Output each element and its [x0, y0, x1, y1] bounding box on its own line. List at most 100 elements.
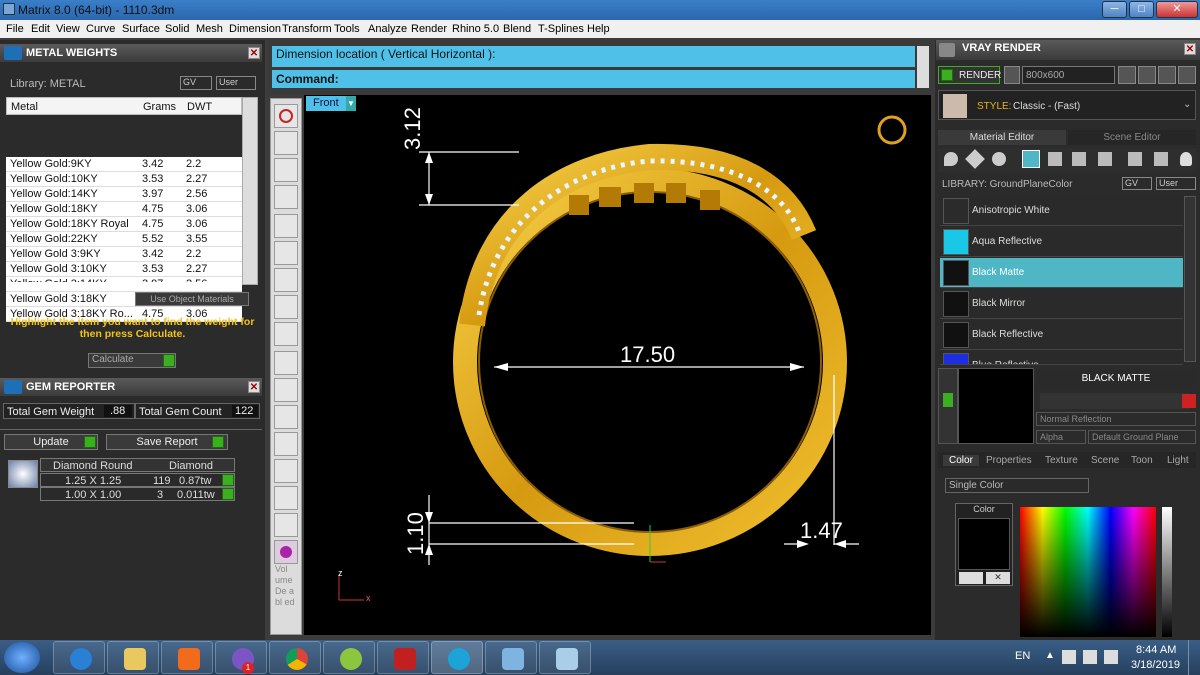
menu-mesh[interactable]: Mesh	[196, 23, 223, 35]
user-toggle[interactable]: User	[1156, 177, 1196, 190]
table-row[interactable]: Yellow Gold:18KY 4.75 3.06	[6, 202, 242, 217]
checker-icon[interactable]	[1098, 152, 1112, 166]
volume-icon[interactable]	[1104, 650, 1118, 664]
table-row[interactable]: 1.00 X 1.00 3 0.011tw	[40, 487, 235, 501]
reflection-select[interactable]: Normal Reflection	[1036, 412, 1196, 426]
menu-help[interactable]: Help	[587, 23, 610, 35]
flag-icon[interactable]	[1062, 650, 1076, 664]
gv-toggle[interactable]: GV	[180, 76, 212, 90]
table-row[interactable]: Yellow Gold:22KY 5.52 3.55	[6, 232, 242, 247]
box-perspective-icon[interactable]	[274, 322, 298, 346]
taskbar-paint[interactable]	[485, 641, 537, 674]
axes-icon[interactable]	[274, 131, 298, 155]
camera-icon[interactable]	[1004, 66, 1020, 84]
menu-view[interactable]: View	[56, 23, 80, 35]
menu-rhino[interactable]: Rhino 5.0	[452, 23, 499, 35]
tab-scene-editor[interactable]: Scene Editor	[1068, 130, 1196, 145]
taskbar-game[interactable]	[377, 641, 429, 674]
command-scrollbar[interactable]	[917, 46, 929, 88]
arrow-up-icon[interactable]	[274, 513, 298, 537]
alpha-field[interactable]: Alpha	[1036, 430, 1086, 444]
rewind-icon[interactable]	[1118, 66, 1136, 84]
options-icon[interactable]	[1138, 66, 1156, 84]
paint-icon[interactable]	[1154, 152, 1168, 166]
material-item[interactable]: Black Reflective	[940, 320, 1183, 350]
settings-icon[interactable]	[1158, 66, 1176, 84]
ring-viewport[interactable]	[304, 95, 931, 635]
tab-light[interactable]: Light	[1167, 455, 1189, 466]
language-indicator[interactable]: EN	[1015, 650, 1030, 662]
resolution-select[interactable]: 800x600	[1022, 66, 1115, 84]
minimize-button[interactable]: ─	[1102, 1, 1127, 18]
play-icon[interactable]	[222, 474, 234, 486]
taskbar-explorer[interactable]	[107, 641, 159, 674]
material-item[interactable]: Aqua Reflective	[940, 227, 1183, 257]
taskbar-viber[interactable]: 1	[215, 641, 267, 674]
clear-icon[interactable]: ✕	[986, 572, 1010, 584]
snap-off-icon[interactable]	[274, 405, 298, 429]
color-mode-select[interactable]: Single Color	[945, 478, 1089, 493]
material-item[interactable]: Black Matte	[940, 258, 1183, 288]
layers-icon[interactable]	[274, 459, 298, 483]
menu-tools[interactable]: Tools	[334, 23, 360, 35]
close-icon[interactable]: ✕	[248, 47, 260, 59]
box-front-icon[interactable]	[274, 268, 298, 292]
menu-surface[interactable]: Surface	[122, 23, 160, 35]
use-object-materials-checkbox[interactable]: Use Object Materials	[135, 292, 249, 306]
play-icon[interactable]	[222, 488, 234, 500]
box-top-icon[interactable]	[274, 241, 298, 265]
table-row[interactable]: Yellow Gold 3:9KY 3.42 2.2	[6, 247, 242, 262]
flat-material-icon[interactable]	[1022, 150, 1040, 168]
table-row[interactable]: Yellow Gold:18KY Royal 4.75 3.06	[6, 217, 242, 232]
menu-blend[interactable]: Blend	[503, 23, 531, 35]
material-item[interactable]: Black Mirror	[940, 289, 1183, 319]
menu-analyze[interactable]: Analyze	[368, 23, 407, 35]
save-report-button[interactable]: Save Report	[106, 434, 228, 450]
tab-toon[interactable]: Toon	[1131, 455, 1153, 466]
taskbar-matrix[interactable]	[431, 641, 483, 674]
brightness-slider[interactable]	[1162, 507, 1172, 637]
ground-plane-select[interactable]: Default Ground Plane	[1088, 430, 1196, 444]
record-icon[interactable]	[274, 104, 298, 128]
texture-icon[interactable]	[1048, 152, 1062, 166]
menu-curve[interactable]: Curve	[86, 23, 115, 35]
tab-texture[interactable]: Texture	[1045, 455, 1078, 466]
taskbar-chrome[interactable]	[269, 641, 321, 674]
sphere-icon[interactable]	[992, 152, 1006, 166]
grid-icon[interactable]	[1178, 66, 1196, 84]
maximize-button[interactable]: □	[1129, 1, 1154, 18]
menu-file[interactable]: File	[6, 23, 24, 35]
show-desktop-button[interactable]	[1188, 640, 1200, 675]
close-icon[interactable]: ✕	[1184, 43, 1196, 55]
menu-tsplines[interactable]: T-Splines	[538, 23, 584, 35]
table-row[interactable]: Yellow Gold:10KY 3.53 2.27	[6, 172, 242, 187]
taskbar-media[interactable]	[161, 641, 213, 674]
m-icon[interactable]	[274, 486, 298, 510]
table-row[interactable]: Yellow Gold:14KY 3.97 2.56	[6, 187, 242, 202]
table-row[interactable]: Yellow Gold:9KY 3.42 2.2	[6, 157, 242, 172]
refresh-icon[interactable]	[1182, 394, 1196, 408]
clock-date[interactable]: 3/18/2019	[1131, 659, 1180, 671]
eyedropper-icon[interactable]	[959, 572, 983, 584]
start-button[interactable]	[4, 642, 40, 673]
menu-render[interactable]: Render	[411, 23, 447, 35]
node-icon[interactable]	[274, 185, 298, 209]
play-icon[interactable]	[212, 436, 224, 448]
table-row[interactable]: 1.25 X 1.25 119 0.87tw	[40, 473, 235, 487]
play-icon[interactable]	[163, 354, 175, 367]
menu-edit[interactable]: Edit	[31, 23, 50, 35]
gem-cluster-icon[interactable]	[274, 540, 298, 564]
close-button[interactable]: ✕	[1156, 1, 1198, 18]
tab-properties[interactable]: Properties	[986, 455, 1032, 466]
bulb-icon[interactable]	[1180, 152, 1192, 166]
taskbar-other[interactable]	[539, 641, 591, 674]
grid-icon[interactable]	[274, 351, 298, 375]
tab-material-editor[interactable]: Material Editor	[938, 130, 1066, 145]
user-toggle[interactable]: User	[216, 76, 256, 90]
color-swatch[interactable]	[958, 518, 1010, 570]
material-item[interactable]: Anisotropic White	[940, 196, 1183, 226]
material-item[interactable]: Blue Reflective	[940, 351, 1183, 365]
taskbar-ie[interactable]	[53, 641, 105, 674]
drop-icon[interactable]	[944, 152, 958, 166]
globe-icon[interactable]	[274, 158, 298, 182]
